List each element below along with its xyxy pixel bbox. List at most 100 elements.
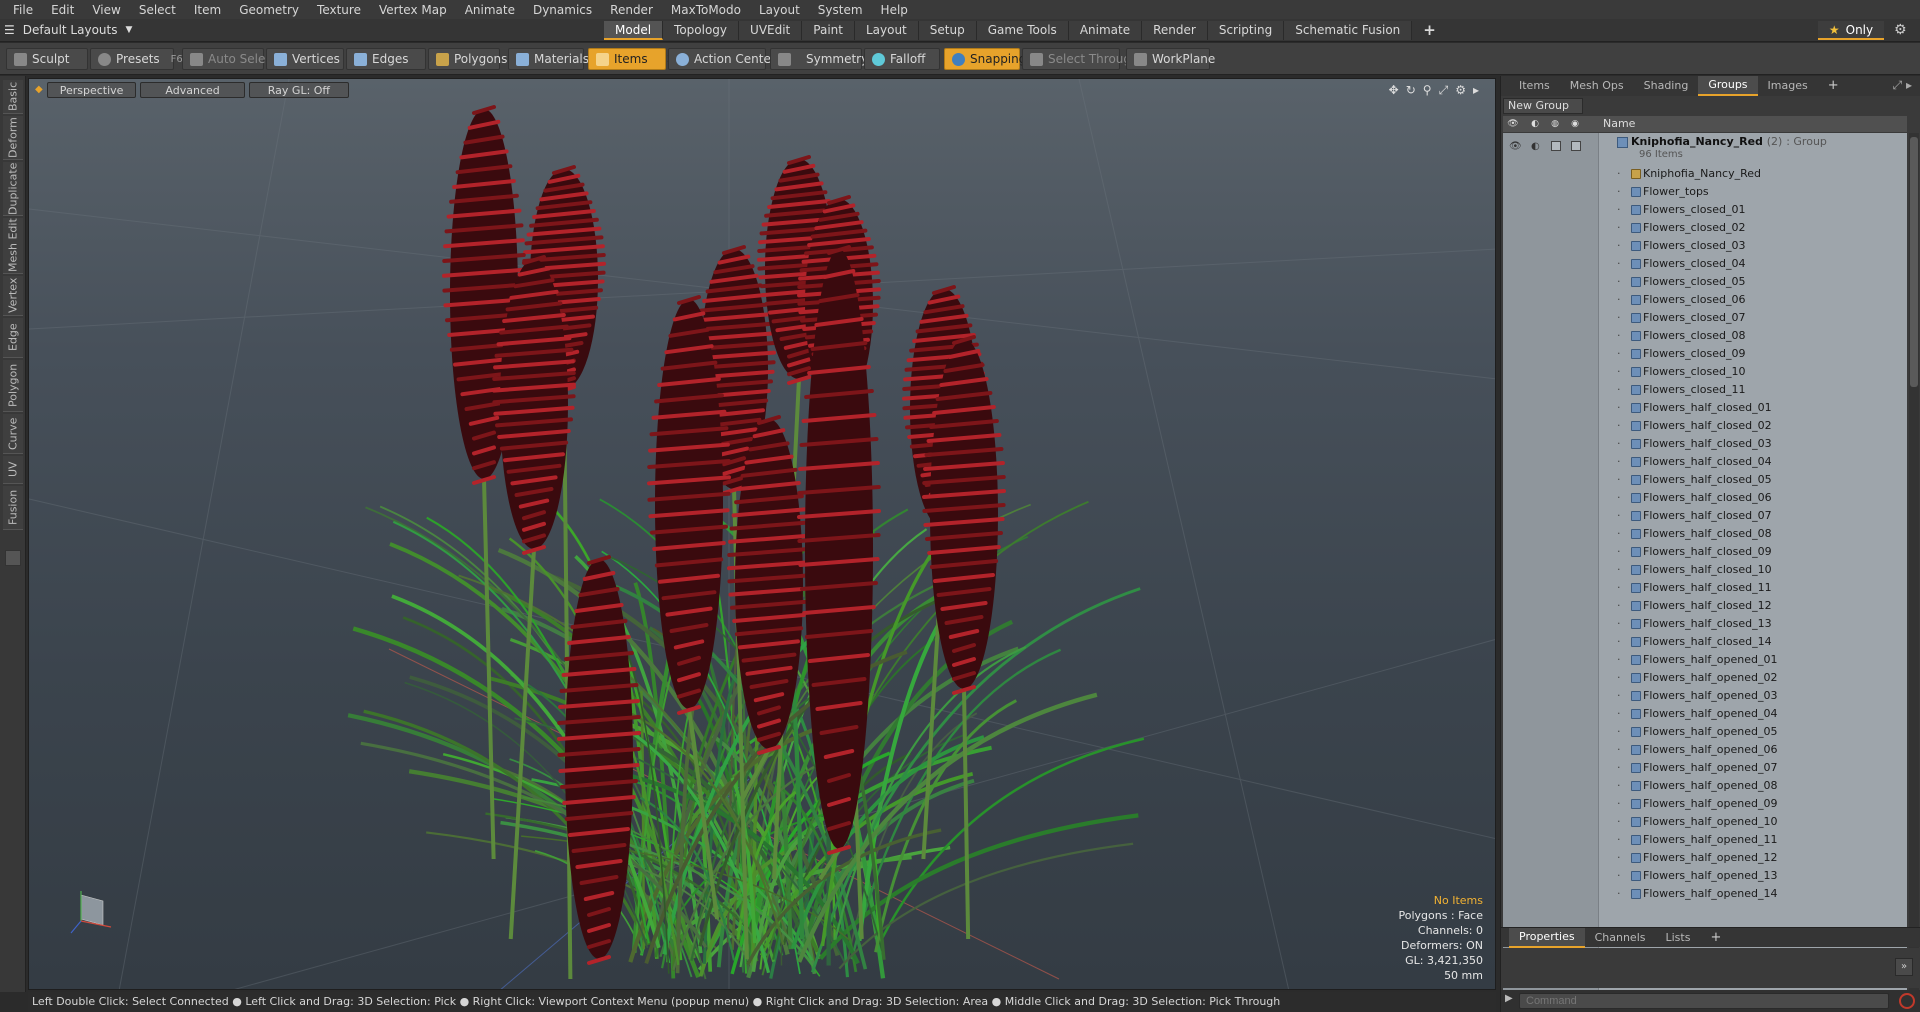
command-stop-icon[interactable] (1899, 993, 1915, 1009)
panel-tab-items[interactable]: Items (1509, 77, 1560, 95)
visibility-eye-icon[interactable]: 👁 (1509, 141, 1522, 152)
polygons-button[interactable]: Polygons (428, 48, 507, 70)
layout-selector[interactable]: ☰ Default Layouts ▼ (4, 21, 132, 39)
tab-animate[interactable]: Animate (1068, 21, 1143, 40)
tab-model[interactable]: Model (604, 21, 664, 40)
only-toggle[interactable]: ★ Only (1818, 21, 1884, 40)
bottom-tab-channels[interactable]: Channels (1585, 929, 1656, 947)
menu-maxtomodo[interactable]: MaxToModo (662, 3, 750, 17)
list-item[interactable]: · Flowers_closed_04 (1503, 255, 1907, 273)
select-column-icon[interactable]: ◉ (1569, 118, 1581, 130)
raygl-button[interactable]: Ray GL: Off (248, 82, 350, 98)
panel-tab-mesh-ops[interactable]: Mesh Ops (1560, 77, 1634, 95)
left-tab-vertex[interactable]: Vertex (3, 276, 23, 316)
zoom-view-icon[interactable]: ⚲ (1423, 83, 1432, 98)
panel-tab-groups[interactable]: Groups (1698, 76, 1758, 96)
list-item[interactable]: · Flowers_half_opened_14 (1503, 885, 1907, 903)
list-item[interactable]: · Flowers_half_closed_10 (1503, 561, 1907, 579)
menu-render[interactable]: Render (601, 3, 662, 17)
select-checkbox[interactable] (1571, 141, 1581, 151)
view-type-button[interactable]: Perspective (46, 82, 137, 98)
3d-viewport[interactable]: ◆ Perspective Advanced Ray GL: Off ✥ ↻ ⚲… (28, 78, 1496, 990)
list-item[interactable]: · Flowers_half_closed_08 (1503, 525, 1907, 543)
list-item[interactable]: · Flowers_half_closed_14 (1503, 633, 1907, 651)
left-panel-toggle-icon[interactable] (5, 550, 21, 566)
list-item[interactable]: · Flowers_half_opened_03 (1503, 687, 1907, 705)
sculpt-button[interactable]: Sculpt (6, 48, 88, 70)
workplane-button[interactable]: WorkPlane (1126, 48, 1215, 70)
list-item[interactable]: · Flowers_half_opened_09 (1503, 795, 1907, 813)
bottom-tab-properties[interactable]: Properties (1509, 927, 1585, 948)
tab-render[interactable]: Render (1142, 21, 1208, 40)
tab-setup[interactable]: Setup (918, 21, 977, 40)
visibility-column-icon[interactable]: 👁 (1507, 118, 1519, 130)
tab-paint[interactable]: Paint (802, 21, 855, 40)
left-tab-duplicate[interactable]: Duplicate (3, 162, 23, 216)
menu-help[interactable]: Help (872, 3, 917, 17)
left-tab-curve[interactable]: Curve (3, 414, 23, 454)
expand-arrow-icon[interactable]: » (1895, 958, 1913, 976)
list-item[interactable]: · Flowers_half_closed_01 (1503, 399, 1907, 417)
rotate-view-icon[interactable]: ↻ (1406, 83, 1416, 98)
list-item[interactable]: · Flowers_half_opened_08 (1503, 777, 1907, 795)
render-eye-icon[interactable]: ◐ (1531, 141, 1540, 152)
list-item[interactable]: · Flowers_half_closed_07 (1503, 507, 1907, 525)
menu-item[interactable]: Item (185, 3, 230, 17)
list-item[interactable]: · Kniphofia_Nancy_Red (1503, 165, 1907, 183)
left-tab-mesh-edit[interactable]: Mesh Edit (3, 218, 23, 274)
menu-texture[interactable]: Texture (308, 3, 370, 17)
bottom-tab-lists[interactable]: Lists (1656, 929, 1701, 947)
list-item[interactable]: · Flowers_half_opened_02 (1503, 669, 1907, 687)
tab-game-tools[interactable]: Game Tools (976, 21, 1069, 40)
gear-icon[interactable]: ⚙ (1894, 22, 1907, 38)
command-history-icon[interactable]: ▶ (1505, 993, 1513, 1004)
left-tab-fusion[interactable]: Fusion (3, 486, 23, 530)
menu-dynamics[interactable]: Dynamics (524, 3, 601, 17)
list-item[interactable]: · Flowers_half_opened_12 (1503, 849, 1907, 867)
list-item[interactable]: · Flowers_half_closed_04 (1503, 453, 1907, 471)
edges-button[interactable]: Edges2 (346, 48, 438, 70)
panel-expand-icon[interactable]: ⤢ ▸ (1893, 78, 1912, 93)
auto-select-button[interactable]: Auto Select (182, 48, 277, 70)
list-item[interactable]: · Flowers_half_closed_11 (1503, 579, 1907, 597)
tab-layout[interactable]: Layout (854, 21, 919, 40)
left-tab-basic[interactable]: Basic (3, 80, 23, 114)
scrollbar-thumb[interactable] (1910, 137, 1918, 387)
list-item[interactable]: · Flowers_closed_01 (1503, 201, 1907, 219)
list-item[interactable]: · Flowers_closed_03 (1503, 237, 1907, 255)
new-group-button[interactable]: New Group (1503, 98, 1583, 114)
list-item[interactable]: · Flowers_closed_06 (1503, 291, 1907, 309)
vertices-button[interactable]: Vertices1 (266, 48, 357, 70)
list-item[interactable]: · Flowers_half_opened_10 (1503, 813, 1907, 831)
menu-animate[interactable]: Animate (456, 3, 524, 17)
add-layout-tab-button[interactable]: + (1412, 21, 1447, 40)
list-item[interactable]: · Flowers_half_closed_03 (1503, 435, 1907, 453)
menu-file[interactable]: File (4, 3, 42, 17)
command-input[interactable] (1519, 993, 1889, 1009)
left-tab-deform[interactable]: Deform (3, 116, 23, 160)
list-item[interactable]: · Flowers_half_opened_11 (1503, 831, 1907, 849)
viewport-expand-icon[interactable]: ▸ (1473, 83, 1479, 98)
render-column-icon[interactable]: ◐ (1529, 118, 1541, 130)
list-item[interactable]: · Flowers_half_closed_09 (1503, 543, 1907, 561)
list-item[interactable]: · Flowers_closed_02 (1503, 219, 1907, 237)
list-item[interactable]: · Flowers_half_opened_07 (1503, 759, 1907, 777)
menu-geometry[interactable]: Geometry (230, 3, 308, 17)
list-item[interactable]: · Flowers_half_closed_02 (1503, 417, 1907, 435)
menu-system[interactable]: System (809, 3, 872, 17)
list-item[interactable]: · Flowers_closed_10 (1503, 363, 1907, 381)
tab-topology[interactable]: Topology (663, 21, 740, 40)
list-item[interactable]: · Flowers_half_closed_12 (1503, 597, 1907, 615)
fit-view-icon[interactable]: ⤢ (1439, 83, 1449, 98)
tab-uvedit[interactable]: UVEdit (739, 21, 803, 40)
menu-select[interactable]: Select (130, 3, 185, 17)
list-item[interactable]: · Flowers_half_closed_05 (1503, 471, 1907, 489)
menu-view[interactable]: View (83, 3, 129, 17)
viewport-settings-icon[interactable]: ⚙ (1455, 83, 1466, 98)
snapping-button[interactable]: Snapping (944, 48, 1026, 70)
list-item[interactable]: · Flowers_half_opened_13 (1503, 867, 1907, 885)
group-row[interactable]: 👁 ◐ Kniphofia_Nancy_Red (2) : Group 96 I… (1503, 133, 1907, 163)
menu-edit[interactable]: Edit (42, 3, 83, 17)
move-view-icon[interactable]: ✥ (1389, 83, 1399, 98)
symmetry-button[interactable]: Symmetry (770, 48, 868, 70)
